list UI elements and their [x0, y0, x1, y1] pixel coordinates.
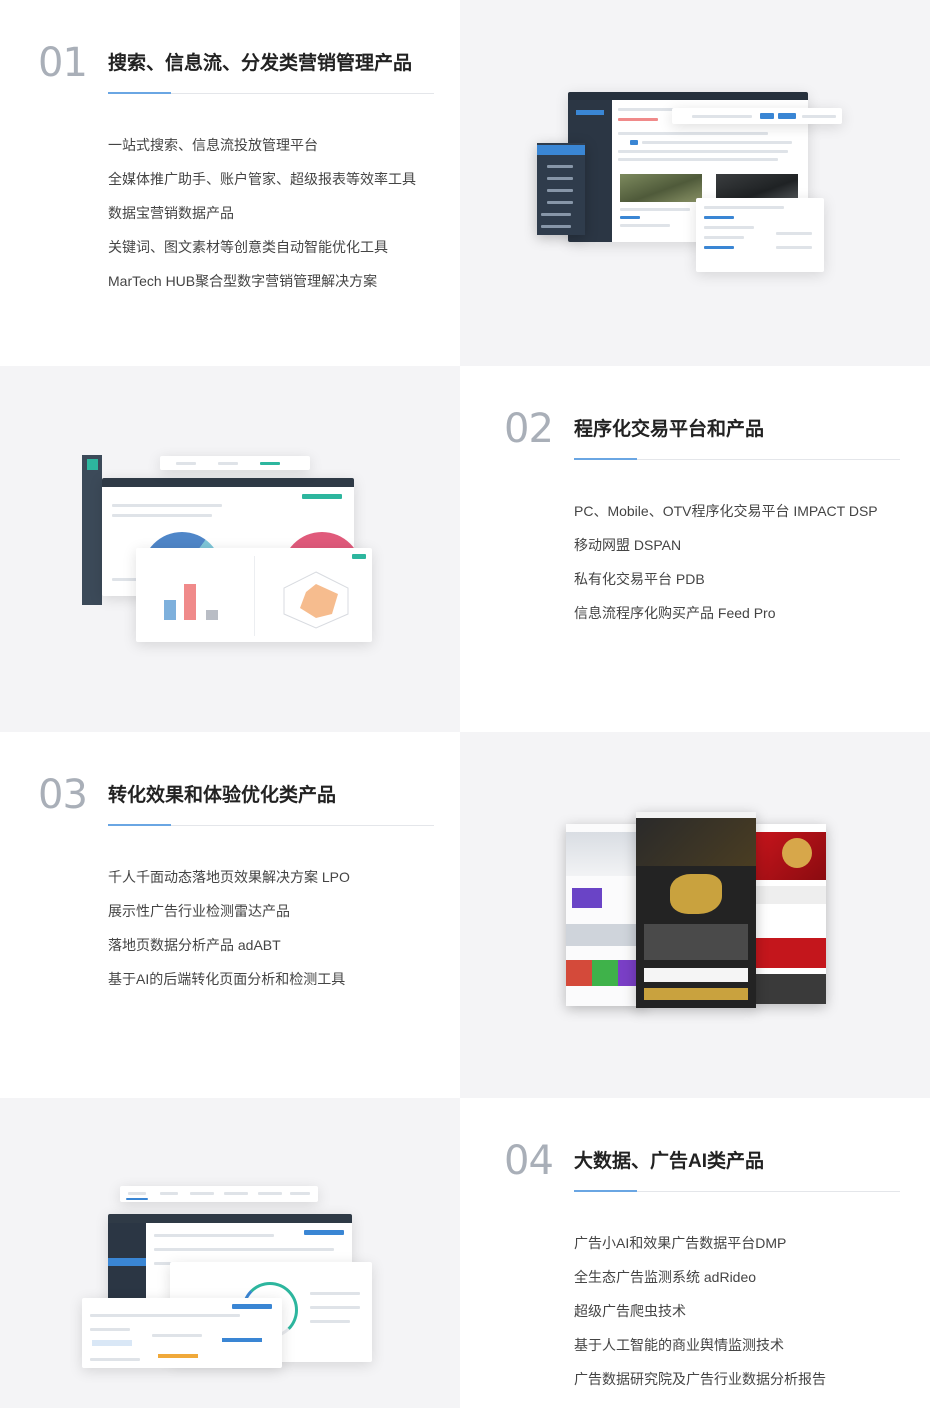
section-number: 01 [38, 40, 88, 86]
section-divider [108, 824, 434, 826]
list-item: 落地页数据分析产品 adABT [108, 937, 281, 953]
list-item: 千人千面动态落地页效果解决方案 LPO [108, 869, 350, 885]
sidebar-popup-menu [537, 143, 585, 235]
list-item: 移动网盟 DSPAN [574, 537, 682, 553]
dsp-sidebar [82, 455, 102, 605]
landing-page-screenshot-center [636, 812, 756, 1008]
section-divider [574, 1190, 900, 1192]
list-item: 关键词、图文素材等创意类自动智能优化工具 [108, 239, 388, 255]
feature-list: PC、Mobile、OTV程序化交易平台 IMPACT DSP 移动网盟 DSP… [574, 500, 878, 636]
section-01-text-panel: 01 搜索、信息流、分发类营销管理产品 一站式搜索、信息流投放管理平台 全媒体推… [0, 0, 460, 366]
list-item: 展示性广告行业检测雷达产品 [108, 903, 290, 919]
list-item: MarTech HUB聚合型数字营销管理解决方案 [108, 273, 378, 289]
section-03-text-panel: 03 转化效果和体验优化类产品 千人千面动态落地页效果解决方案 LPO 展示性广… [0, 732, 460, 1098]
feature-list: 一站式搜索、信息流投放管理平台 全媒体推广助手、账户管家、超级报表等效率工具 数… [108, 134, 416, 304]
filter-tabs-overlay [672, 108, 842, 124]
list-item: 数据宝营销数据产品 [108, 205, 234, 221]
section-04-text-panel: 04 大数据、广告AI类产品 广告小AI和效果广告数据平台DMP 全生态广告监测… [460, 1098, 930, 1408]
list-item: 超级广告爬虫技术 [574, 1303, 686, 1319]
list-item: 全生态广告监测系统 adRideo [574, 1269, 757, 1285]
list-item: 基于人工智能的商业舆情监测技术 [574, 1337, 784, 1353]
dsp-charts-overlay [136, 548, 372, 642]
section-title: 程序化交易平台和产品 [574, 419, 765, 440]
data-tabs-overlay [120, 1186, 318, 1202]
section-title: 搜索、信息流、分发类营销管理产品 [108, 53, 413, 74]
list-item: 广告数据研究院及广告行业数据分析报告 [574, 1371, 826, 1387]
list-item: 信息流程序化购买产品 Feed Pro [574, 605, 776, 621]
dsp-tabs-overlay [160, 456, 310, 470]
ad-preview-overlay [696, 198, 824, 272]
feature-list: 广告小AI和效果广告数据平台DMP 全生态广告监测系统 adRideo 超级广告… [574, 1232, 826, 1402]
data-report-overlay [82, 1298, 282, 1368]
list-item: 广告小AI和效果广告数据平台DMP [574, 1235, 787, 1251]
section-number: 02 [504, 406, 554, 452]
list-item: 一站式搜索、信息流投放管理平台 [108, 137, 318, 153]
section-02-text-panel: 02 程序化交易平台和产品 PC、Mobile、OTV程序化交易平台 IMPAC… [460, 366, 930, 732]
section-divider [574, 458, 900, 460]
list-item: PC、Mobile、OTV程序化交易平台 IMPACT DSP [574, 503, 878, 519]
section-title: 转化效果和体验优化类产品 [108, 785, 337, 806]
section-title: 大数据、广告AI类产品 [574, 1151, 765, 1172]
radar-chart-graphic [283, 571, 349, 629]
section-number: 03 [38, 772, 88, 818]
landing-page-screenshot-right [752, 824, 826, 1004]
landing-page-screenshot-left [566, 824, 644, 1006]
list-item: 全媒体推广助手、账户管家、超级报表等效率工具 [108, 171, 416, 187]
list-item: 基于AI的后端转化页面分析和检测工具 [108, 971, 346, 987]
section-divider [108, 92, 434, 94]
section-number: 04 [504, 1138, 554, 1184]
list-item: 私有化交易平台 PDB [574, 571, 705, 587]
feature-list: 千人千面动态落地页效果解决方案 LPO 展示性广告行业检测雷达产品 落地页数据分… [108, 866, 350, 1002]
